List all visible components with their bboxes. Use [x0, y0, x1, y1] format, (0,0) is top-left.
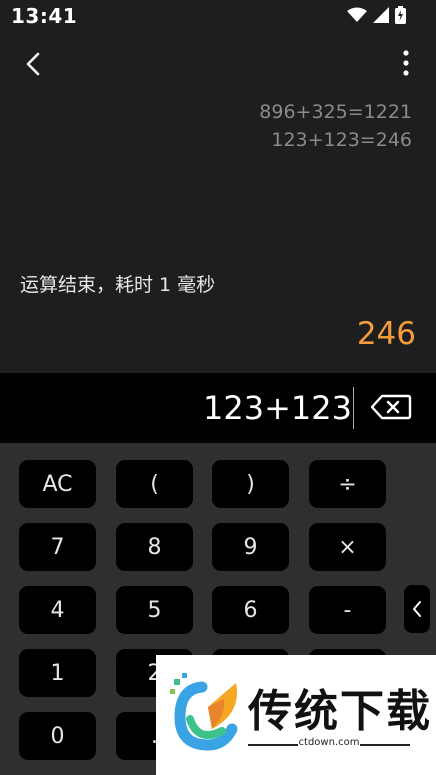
key-ac[interactable]: AC: [19, 460, 96, 508]
signal-icon: [373, 7, 389, 23]
key-5[interactable]: 5: [116, 586, 193, 634]
wifi-icon: [347, 7, 367, 22]
watermark-url: ctdown.com: [298, 737, 360, 748]
status-time: 13:41: [11, 4, 78, 28]
expression-input-area[interactable]: 123+123: [0, 373, 436, 443]
key-multiply[interactable]: ×: [309, 523, 386, 571]
battery-icon: [395, 6, 406, 24]
more-options-icon[interactable]: [396, 46, 416, 80]
chevron-left-icon: [413, 601, 421, 617]
key-1[interactable]: 1: [19, 649, 96, 697]
key-6[interactable]: 6: [212, 586, 289, 634]
expand-panel-tab[interactable]: [404, 585, 430, 633]
status-bar: 13:41: [0, 0, 436, 32]
key-7[interactable]: 7: [19, 523, 96, 571]
backspace-icon[interactable]: [370, 393, 412, 421]
history-item[interactable]: 896+325=1221: [259, 98, 412, 126]
calculation-status: 运算结束，耗时 1 毫秒: [20, 274, 216, 296]
key-minus[interactable]: -: [309, 586, 386, 634]
key-0[interactable]: 0: [19, 712, 96, 760]
watermark-overlay: 传统下载 ctdown.com: [156, 655, 436, 775]
watermark-divider: [248, 744, 298, 746]
key-8[interactable]: 8: [116, 523, 193, 571]
top-bar: [0, 40, 436, 90]
watermark-logo: [170, 673, 238, 751]
watermark-divider: [360, 744, 410, 746]
key-close-paren[interactable]: ): [212, 460, 289, 508]
back-arrow-icon[interactable]: [18, 48, 50, 80]
watermark-brand: 传统下载: [248, 686, 432, 737]
text-cursor: [352, 387, 354, 429]
expression-input[interactable]: 123+123: [203, 389, 352, 427]
key-9[interactable]: 9: [212, 523, 289, 571]
key-divide[interactable]: ÷: [309, 460, 386, 508]
status-icons: [347, 6, 406, 24]
history-item[interactable]: 123+123=246: [259, 126, 412, 154]
history-list: 896+325=1221 123+123=246: [259, 98, 412, 154]
result-value: 246: [356, 316, 416, 352]
key-4[interactable]: 4: [19, 586, 96, 634]
key-open-paren[interactable]: (: [116, 460, 193, 508]
